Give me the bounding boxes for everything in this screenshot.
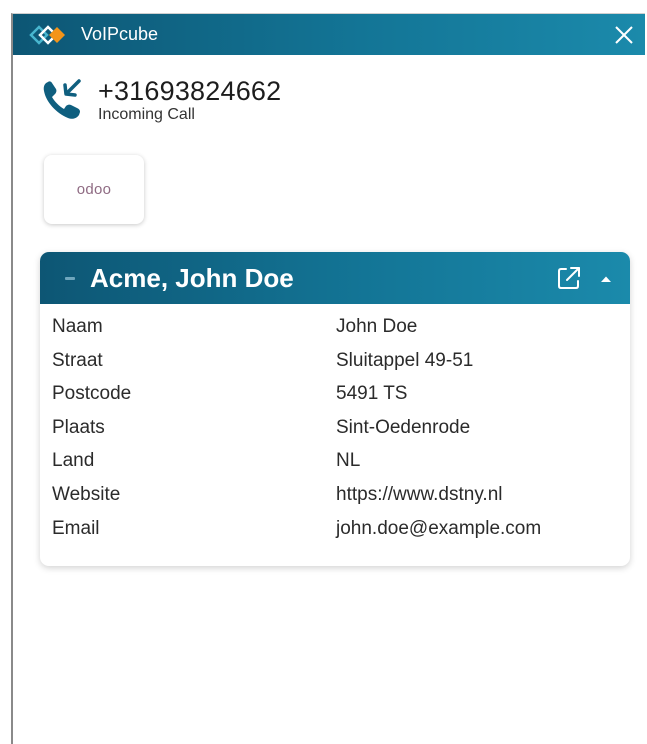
field-row-plaats: Plaats Sint-Oedenrode bbox=[52, 417, 612, 451]
odoo-app-button[interactable]: odoo bbox=[44, 155, 144, 224]
minus-icon bbox=[65, 276, 75, 280]
field-row-postcode: Postcode 5491 TS bbox=[52, 383, 612, 417]
field-row-website: Website https://www.dstny.nl bbox=[52, 484, 612, 518]
voipcube-window: VoIPcube +31693824662 Incoming Call odoo… bbox=[11, 13, 645, 744]
app-title: VoIPcube bbox=[81, 24, 159, 44]
field-value: NL bbox=[336, 450, 361, 472]
field-row-straat: Straat Sluitappel 49-51 bbox=[52, 350, 612, 384]
title-bar: VoIPcube bbox=[13, 14, 645, 55]
contact-title: Acme, John Doe bbox=[90, 262, 294, 293]
field-label: Plaats bbox=[52, 416, 105, 438]
field-row-land: Land NL bbox=[52, 450, 612, 484]
field-value: 5491 TS bbox=[336, 383, 408, 405]
contact-card-header[interactable]: Acme, John Doe bbox=[40, 252, 630, 304]
call-info: +31693824662 Incoming Call bbox=[40, 77, 281, 124]
field-label: Website bbox=[52, 483, 121, 505]
field-value: Sint-Oedenrode bbox=[336, 416, 471, 438]
field-row-email: Email john.doe@example.com bbox=[52, 518, 612, 552]
incoming-call-icon bbox=[43, 79, 81, 119]
call-text: +31693824662 Incoming Call bbox=[98, 77, 281, 124]
field-value: Sluitappel 49-51 bbox=[336, 349, 474, 371]
field-label: Email bbox=[52, 517, 100, 539]
field-value: John Doe bbox=[336, 316, 418, 337]
voipcube-logo-icon bbox=[29, 24, 65, 45]
call-status: Incoming Call bbox=[98, 106, 195, 123]
contact-card: Acme, John Doe Naam John Doe Straat Slui… bbox=[40, 252, 630, 566]
external-link-icon[interactable] bbox=[556, 265, 582, 291]
odoo-logo: odoo bbox=[76, 181, 112, 198]
field-row-naam: Naam John Doe bbox=[52, 316, 612, 350]
email-link[interactable]: john.doe@example.com bbox=[336, 518, 541, 540]
contact-fields: Naam John Doe Straat Sluitappel 49-51 Po… bbox=[52, 316, 612, 551]
caller-number: +31693824662 bbox=[98, 76, 282, 106]
chevron-up-icon[interactable] bbox=[598, 271, 614, 287]
field-label: Land bbox=[52, 450, 95, 472]
website-link[interactable]: https://www.dstny.nl bbox=[336, 484, 503, 506]
field-label: Straat bbox=[52, 349, 103, 371]
close-icon[interactable] bbox=[609, 20, 639, 50]
field-label: Postcode bbox=[52, 383, 132, 405]
field-label: Naam bbox=[52, 316, 103, 337]
